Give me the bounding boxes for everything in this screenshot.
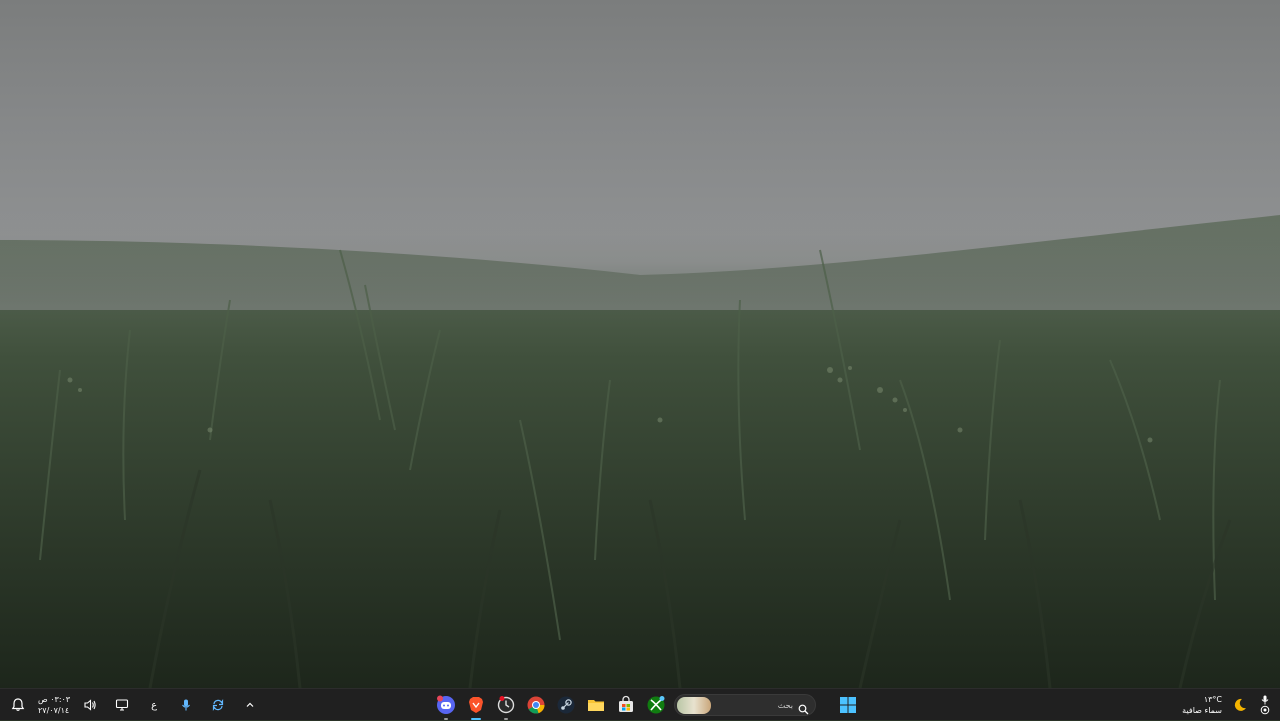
desktop-wallpaper: [0, 0, 1280, 688]
weather-widget[interactable]: ١٣°C سماء صافية: [1182, 689, 1272, 721]
chrome-icon[interactable]: [524, 693, 548, 717]
weather-temperature: ١٣°C: [1203, 695, 1222, 704]
discord-icon[interactable]: [434, 693, 458, 720]
volume-icon[interactable]: [78, 693, 102, 717]
windows-logo-icon: [840, 697, 856, 713]
notifications-icon[interactable]: [6, 693, 30, 717]
system-tray: ٠٣:٠٣ ص ٢٧/٠٧/١٤ ع: [6, 689, 262, 721]
brave-icon[interactable]: [464, 693, 488, 720]
search-placeholder: بحث: [777, 700, 793, 710]
moon-icon: [1228, 693, 1252, 717]
sync-icon[interactable]: [206, 693, 230, 717]
chevron-up-icon[interactable]: [238, 693, 262, 717]
language-indicator[interactable]: ع: [142, 693, 166, 717]
network-icon[interactable]: [110, 693, 134, 717]
taskbar: ٠٣:٠٣ ص ٢٧/٠٧/١٤ ع بحث ١٣°C سماء صافية: [0, 688, 1280, 720]
store-icon[interactable]: [614, 693, 638, 717]
weather-condition: سماء صافية: [1182, 706, 1222, 715]
pinned-apps: بحث: [434, 689, 860, 721]
voice-access-icon[interactable]: [1258, 693, 1272, 717]
xbox-icon[interactable]: [644, 693, 668, 717]
search-highlight-image: [677, 697, 711, 714]
clock[interactable]: ٠٣:٠٣ ص ٢٧/٠٧/١٤: [38, 694, 70, 716]
clock-app-icon[interactable]: [494, 693, 518, 720]
steam-icon[interactable]: [554, 693, 578, 717]
wallpaper-grass: [0, 200, 1280, 688]
clock-date: ٢٧/٠٧/١٤: [38, 706, 70, 715]
weather-text: ١٣°C سماء صافية: [1182, 694, 1222, 716]
search-input[interactable]: بحث: [674, 694, 816, 716]
start-button[interactable]: [836, 693, 860, 717]
search-icon: [798, 700, 809, 719]
folder-icon[interactable]: [584, 693, 608, 717]
microphone-icon[interactable]: [174, 693, 198, 717]
clock-time: ٠٣:٠٣ ص: [38, 695, 71, 704]
